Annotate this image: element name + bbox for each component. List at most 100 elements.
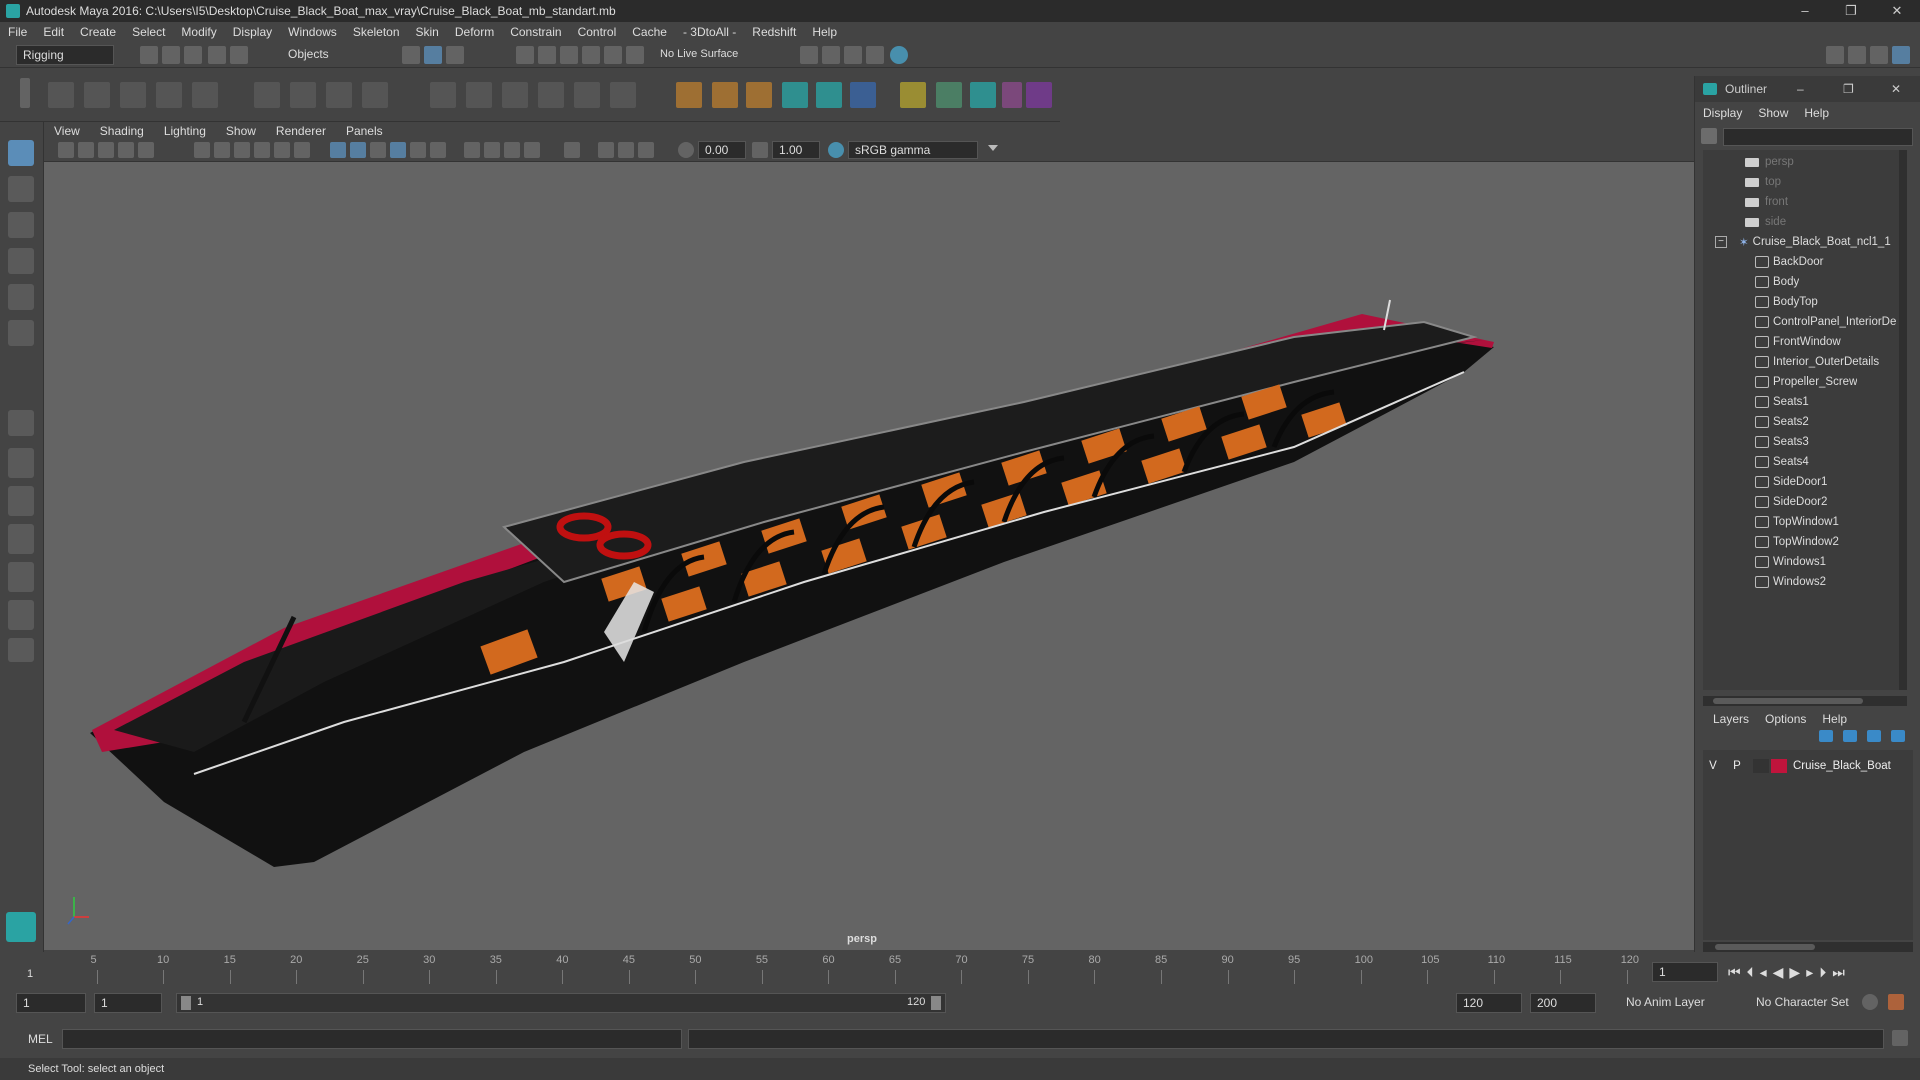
maya-tool-3-icon[interactable] — [970, 82, 996, 108]
menu-skeleton[interactable]: Skeleton — [345, 25, 408, 39]
snap-surface-icon[interactable] — [604, 46, 622, 64]
rotate-tool-icon[interactable] — [8, 284, 34, 310]
menu-select[interactable]: Select — [124, 25, 173, 39]
snap-grid-icon[interactable] — [516, 46, 534, 64]
redshift-icon[interactable] — [1026, 82, 1052, 108]
current-frame-field[interactable]: 1 — [1652, 962, 1718, 982]
go-to-start-button[interactable]: ⏮ — [1728, 964, 1741, 981]
use-all-lights-icon[interactable] — [464, 142, 480, 158]
bind-skin-icon[interactable] — [254, 82, 280, 108]
scale-constraint-icon[interactable] — [538, 82, 564, 108]
outliner-item-child[interactable]: Seats2 — [1755, 412, 1809, 432]
move-tool-icon[interactable] — [8, 248, 34, 274]
paint-select-icon[interactable] — [8, 212, 34, 238]
grease-pencil-icon[interactable] — [138, 142, 154, 158]
outliner-item-child[interactable]: FrontWindow — [1755, 332, 1841, 352]
outliner-scrollbar[interactable] — [1899, 150, 1907, 690]
hypershade-icon[interactable] — [890, 46, 908, 64]
menu-file[interactable]: File — [0, 25, 35, 39]
outliner-menu-display[interactable]: Display — [1695, 106, 1750, 120]
snap-view-icon[interactable] — [582, 46, 600, 64]
modeling-toolkit-icon[interactable] — [1826, 46, 1844, 64]
outliner-item-child[interactable]: Windows2 — [1755, 572, 1826, 592]
stickies-icon[interactable] — [900, 82, 926, 108]
lattice-icon[interactable] — [326, 82, 352, 108]
render-frame-icon[interactable] — [822, 46, 840, 64]
layer-visibility-toggle[interactable]: V — [1703, 760, 1723, 772]
camera-attributes-icon[interactable] — [78, 142, 94, 158]
bookmark-icon[interactable] — [98, 142, 114, 158]
channel-box-icon[interactable] — [1892, 46, 1910, 64]
layout-icon[interactable] — [8, 600, 34, 630]
outliner-item-child[interactable]: Seats4 — [1755, 452, 1809, 472]
safe-action-icon[interactable] — [294, 142, 310, 158]
outliner-minimize-button[interactable]: – — [1797, 82, 1804, 96]
attribute-editor-icon[interactable] — [1848, 46, 1866, 64]
camera-select-icon[interactable] — [58, 142, 74, 158]
outliner-item-child[interactable]: SideDoor2 — [1755, 492, 1827, 512]
persp-graph-icon[interactable] — [8, 524, 34, 554]
field-chart-icon[interactable] — [274, 142, 290, 158]
menu-help[interactable]: Help — [804, 25, 845, 39]
vp-menu-renderer[interactable]: Renderer — [266, 124, 336, 138]
outliner-item-child[interactable]: BackDoor — [1755, 252, 1824, 272]
render-view-icon[interactable] — [800, 46, 818, 64]
play-back-button[interactable]: ◀ — [1773, 964, 1784, 981]
exposure-icon[interactable] — [678, 142, 694, 158]
outliner-search-input[interactable] — [1723, 128, 1913, 146]
ipr-render-icon[interactable] — [844, 46, 862, 64]
redo-icon[interactable] — [230, 46, 248, 64]
xray-joints-icon[interactable] — [598, 142, 614, 158]
backface-icon[interactable] — [638, 142, 654, 158]
wireframe-on-shaded-icon[interactable] — [390, 142, 406, 158]
insert-joint-icon[interactable] — [156, 82, 182, 108]
default-material-icon[interactable] — [370, 142, 386, 158]
select-object-icon[interactable] — [424, 46, 442, 64]
outliner-item-root[interactable]: − ✶ Cruise_Black_Boat_ncl1_1 — [1715, 232, 1891, 252]
paint-tool-icon[interactable] — [936, 82, 962, 108]
outliner-item-child[interactable]: ControlPanel_InteriorDe — [1755, 312, 1907, 332]
snap-point-icon[interactable] — [560, 46, 578, 64]
outliner-item-child[interactable]: Body — [1755, 272, 1799, 292]
resolution-gate-icon[interactable] — [234, 142, 250, 158]
color-space-select[interactable]: sRGB gamma — [848, 141, 978, 159]
outliner-hscrollbar[interactable] — [1703, 696, 1907, 706]
maximize-button[interactable]: ❐ — [1828, 0, 1874, 22]
minimize-button[interactable]: – — [1782, 0, 1828, 22]
layer-row[interactable]: V P Cruise_Black_Boat — [1703, 756, 1913, 776]
isolate-select-icon[interactable] — [564, 142, 580, 158]
auto-key-icon[interactable] — [1862, 994, 1878, 1010]
layer-hscroll-thumb[interactable] — [1715, 944, 1815, 950]
render-settings-icon[interactable] — [866, 46, 884, 64]
aim-constraint-icon[interactable] — [466, 82, 492, 108]
menu-3dtoall[interactable]: - 3DtoAll - — [675, 25, 744, 39]
outliner-item-child[interactable]: Seats3 — [1755, 432, 1809, 452]
open-scene-icon[interactable] — [162, 46, 180, 64]
menu-control[interactable]: Control — [570, 25, 625, 39]
layers-tab-help[interactable]: Help — [1822, 712, 1863, 726]
vp-menu-panels[interactable]: Panels — [336, 124, 393, 138]
layer-color-swatch[interactable] — [1771, 759, 1787, 773]
gamma-icon[interactable] — [752, 142, 768, 158]
outliner-item-child[interactable]: TopWindow1 — [1755, 512, 1839, 532]
cmd-language-label[interactable]: MEL — [28, 1032, 53, 1046]
maya-tool-1-icon[interactable] — [782, 82, 808, 108]
menu-create[interactable]: Create — [72, 25, 124, 39]
grid-icon[interactable] — [194, 142, 210, 158]
outliner-close-button[interactable]: ✕ — [1891, 82, 1901, 96]
outliner-item-child[interactable]: Windows1 — [1755, 552, 1826, 572]
snap-pivot-icon[interactable] — [626, 46, 644, 64]
outliner-item-top[interactable]: top — [1745, 172, 1781, 192]
menu-windows[interactable]: Windows — [280, 25, 345, 39]
menu-skin[interactable]: Skin — [408, 25, 447, 39]
color-space-chevron-icon[interactable] — [988, 145, 998, 151]
vp-menu-show[interactable]: Show — [216, 124, 266, 138]
image-plane-icon[interactable] — [118, 142, 134, 158]
move-layer-down-icon[interactable] — [1843, 730, 1857, 742]
gamma-field[interactable]: 1.00 — [772, 141, 820, 159]
save-scene-icon[interactable] — [184, 46, 202, 64]
step-forward-frame-button[interactable]: ▸ — [1806, 964, 1813, 981]
play-forward-button[interactable]: ▶ — [1789, 964, 1800, 981]
script-editor-icon[interactable] — [1892, 1030, 1908, 1046]
vp-menu-lighting[interactable]: Lighting — [154, 124, 216, 138]
